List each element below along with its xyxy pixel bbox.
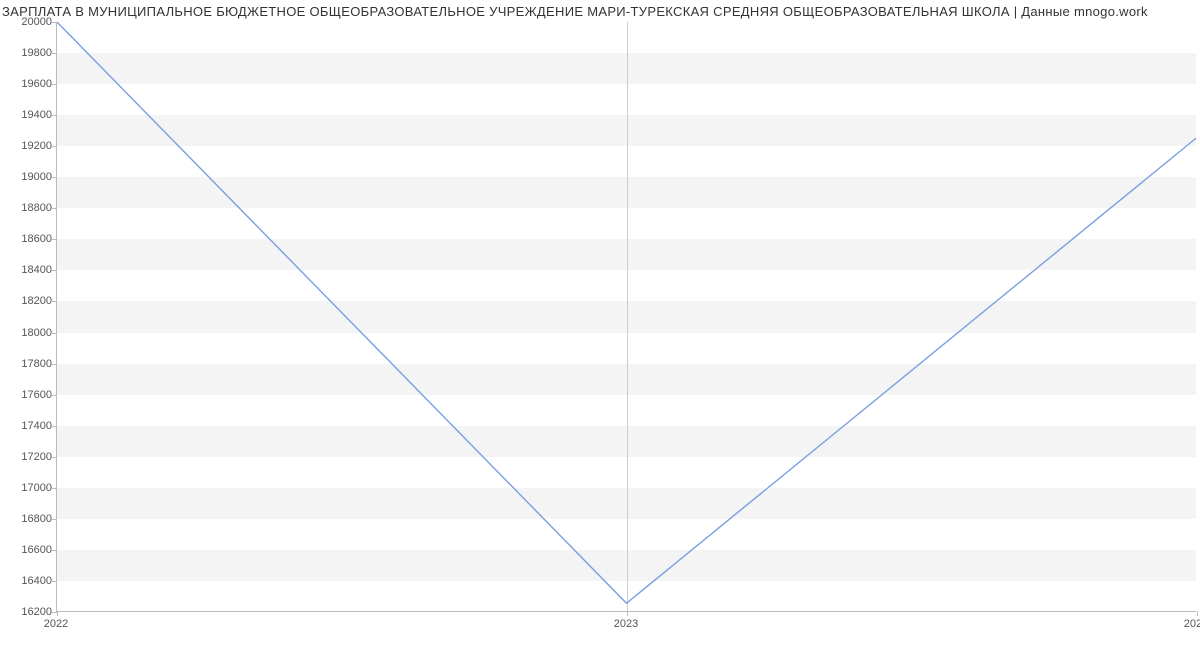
y-tick (52, 115, 57, 116)
y-tick-label: 19600 (8, 78, 52, 90)
x-tick (57, 611, 58, 616)
y-tick-label: 20000 (8, 16, 52, 28)
y-tick (52, 208, 57, 209)
plot-area (56, 22, 1196, 612)
y-tick (52, 301, 57, 302)
y-tick (52, 22, 57, 23)
y-tick-label: 19400 (8, 109, 52, 121)
y-tick-label: 18800 (8, 202, 52, 214)
y-tick-label: 16200 (8, 606, 52, 618)
y-tick-label: 18400 (8, 264, 52, 276)
x-tick (627, 611, 628, 616)
y-tick (52, 519, 57, 520)
y-tick (52, 364, 57, 365)
chart-title: ЗАРПЛАТА В МУНИЦИПАЛЬНОЕ БЮДЖЕТНОЕ ОБЩЕО… (0, 4, 1200, 19)
y-tick (52, 53, 57, 54)
y-tick-label: 19800 (8, 47, 52, 59)
x-tick-label: 2023 (614, 618, 638, 630)
y-tick-label: 19200 (8, 140, 52, 152)
y-tick-label: 18600 (8, 233, 52, 245)
y-tick (52, 270, 57, 271)
y-tick (52, 333, 57, 334)
y-tick-label: 19000 (8, 171, 52, 183)
y-tick-label: 17400 (8, 420, 52, 432)
y-tick (52, 395, 57, 396)
y-tick-label: 17200 (8, 451, 52, 463)
x-tick-label: 2022 (44, 618, 68, 630)
line-series (57, 22, 1196, 611)
y-tick (52, 84, 57, 85)
y-tick (52, 581, 57, 582)
y-tick (52, 146, 57, 147)
y-tick (52, 239, 57, 240)
y-tick-label: 17600 (8, 389, 52, 401)
y-tick-label: 16800 (8, 513, 52, 525)
y-tick (52, 426, 57, 427)
y-tick (52, 177, 57, 178)
x-tick (1197, 611, 1198, 616)
y-tick (52, 457, 57, 458)
y-tick-label: 16600 (8, 544, 52, 556)
y-tick-label: 18200 (8, 295, 52, 307)
x-tick-label: 2024 (1184, 618, 1200, 630)
chart-container: ЗАРПЛАТА В МУНИЦИПАЛЬНОЕ БЮДЖЕТНОЕ ОБЩЕО… (0, 0, 1200, 650)
y-tick (52, 488, 57, 489)
y-tick-label: 17000 (8, 482, 52, 494)
y-tick-label: 17800 (8, 358, 52, 370)
y-tick-label: 16400 (8, 575, 52, 587)
y-tick-label: 18000 (8, 327, 52, 339)
y-tick (52, 550, 57, 551)
